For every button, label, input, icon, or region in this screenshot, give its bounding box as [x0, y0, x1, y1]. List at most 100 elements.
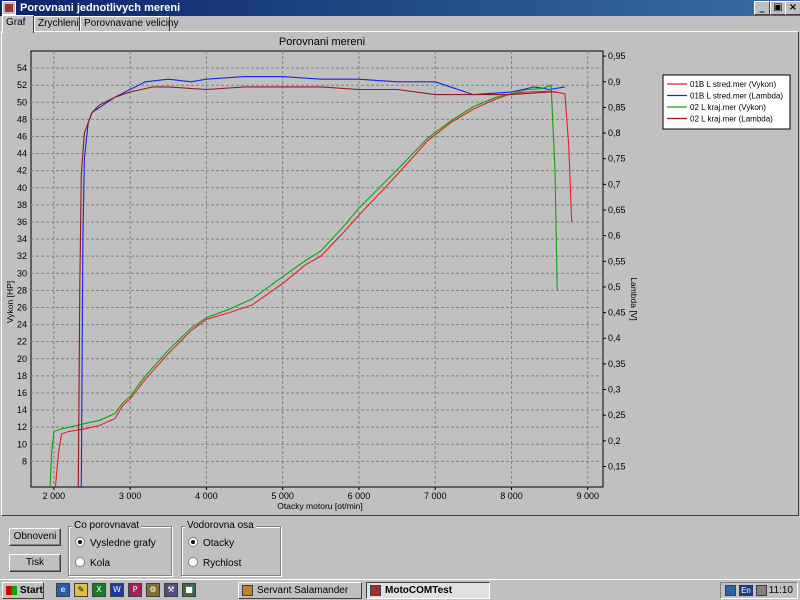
- chart-legend: 01B L stred.mer (Vykon) 01B L stred.mer (…: [662, 74, 791, 130]
- task-servant-salamander[interactable]: Servant Salamander: [238, 582, 362, 599]
- y-right-tick-label: 0,3: [608, 385, 621, 395]
- y-left-tick-label: 46: [17, 131, 27, 141]
- maximize-button[interactable]: ▣: [770, 1, 786, 15]
- y-left-tick-label: 24: [17, 320, 27, 330]
- y-right-tick-label: 0,6: [608, 231, 621, 241]
- word-icon[interactable]: W: [110, 583, 124, 597]
- y-left-tick-label: 18: [17, 371, 27, 381]
- plot-area: [30, 50, 604, 488]
- y-left-tick-label: 40: [17, 183, 27, 193]
- y-right-tick-label: 0,7: [608, 179, 621, 189]
- window-title: Porovnani jednotlivych mereni: [20, 2, 181, 14]
- settings-icon[interactable]: ⚙: [146, 583, 160, 597]
- y-right-tick-label: 0,5: [608, 282, 621, 292]
- clock: 11:10: [768, 585, 793, 596]
- tab-porovnavane-veliciny[interactable]: Porovnavane veliciny: [80, 16, 179, 32]
- language-indicator[interactable]: En: [739, 585, 753, 596]
- y-left-tick-label: 44: [17, 149, 27, 159]
- y-left-tick-label: 16: [17, 388, 27, 398]
- start-button[interactable]: Start: [2, 582, 44, 599]
- tray-volume-icon[interactable]: [756, 585, 767, 596]
- terminal-icon[interactable]: ■: [182, 583, 196, 597]
- y-left-tick-label: 28: [17, 285, 27, 295]
- radio-rpm[interactable]: Otacky: [188, 537, 234, 550]
- x-tick-label: 7 000: [424, 491, 447, 501]
- y-right-tick-label: 0,65: [608, 205, 626, 215]
- y-left-tick-label: 38: [17, 200, 27, 210]
- x-tick-label: 6 000: [348, 491, 371, 501]
- notepad-icon[interactable]: ✎: [74, 583, 88, 597]
- y-left-tick-label: 50: [17, 97, 27, 107]
- x-tick-label: 9 000: [576, 491, 599, 501]
- salamander-icon: [242, 585, 253, 596]
- ie-icon[interactable]: e: [56, 583, 70, 597]
- y-right-tick-label: 0,85: [608, 102, 626, 112]
- y-left-tick-label: 26: [17, 302, 27, 312]
- y-right-tick-label: 0,9: [608, 77, 621, 87]
- y-left-tick-label: 22: [17, 337, 27, 347]
- y-left-tick-label: 34: [17, 234, 27, 244]
- y-left-tick-label: 14: [17, 405, 27, 415]
- app-icon[interactable]: [2, 1, 16, 15]
- tab-graf[interactable]: Graf: [2, 15, 34, 33]
- window-titlebar[interactable]: Porovnani jednotlivych mereni _ ▣ ×: [0, 0, 800, 16]
- legend-entry: 02 L kraj.mer (Vykon): [690, 103, 766, 112]
- legend-entry: 02 L kraj.mer (Lambda): [690, 115, 773, 124]
- graph-panel: Porovnani mereni 2 000 3 000 4 000 5 000 6 0…: [1, 31, 799, 516]
- powerpoint-icon[interactable]: P: [128, 583, 142, 597]
- comparison-chart: Porovnani mereni 2 000 3 000 4 000 5 000 6 0…: [5, 36, 791, 511]
- y-left-tick-label: 48: [17, 114, 27, 124]
- y-right-tick-label: 0,8: [608, 128, 621, 138]
- print-button[interactable]: Tisk: [9, 554, 61, 572]
- y-left-tick-label: 12: [17, 422, 27, 432]
- minimize-button[interactable]: _: [754, 1, 770, 15]
- excel-icon[interactable]: X: [92, 583, 106, 597]
- y-left-tick-label: 32: [17, 251, 27, 261]
- radio-result-graphs[interactable]: Vysledne grafy: [75, 537, 156, 550]
- radio-dot-rpm[interactable]: [188, 537, 198, 547]
- radio-dot-result-graphs[interactable]: [75, 537, 85, 547]
- radio-dot-laps[interactable]: [75, 557, 85, 567]
- x-axis-label: Otacky motoru [ot/min]: [277, 501, 363, 511]
- y-right-tick-label: 0,75: [608, 154, 626, 164]
- horizontal-axis-group-label: Vodorovna osa: [185, 520, 256, 532]
- motocom-icon: [370, 585, 381, 596]
- y-left-tick-label: 42: [17, 166, 27, 176]
- taskbar: Start e ✎ X W P ⚙ ⚒ ■ Servant Salamander…: [0, 579, 800, 600]
- y-left-tick-label: 10: [17, 439, 27, 449]
- radio-speed[interactable]: Rychlost: [188, 557, 241, 570]
- y-left-tick-label: 20: [17, 354, 27, 364]
- close-button[interactable]: ×: [785, 1, 800, 15]
- y-right-tick-label: 0,15: [608, 461, 626, 471]
- y-axis-right-label: Lambda [V]: [629, 277, 639, 320]
- y-right-tick-label: 0,25: [608, 410, 626, 420]
- y-right-tick-label: 0,4: [608, 333, 621, 343]
- x-tick-label: 2 000: [43, 491, 66, 501]
- radio-laps[interactable]: Kola: [75, 557, 110, 570]
- chart-title: Porovnani mereni: [279, 36, 365, 48]
- task-motocomtest[interactable]: MotoCOMTest: [366, 582, 490, 599]
- compare-group-label: Co porovnavat: [72, 520, 142, 532]
- y-right-tick-label: 0,45: [608, 308, 626, 318]
- tab-zrychleni[interactable]: Zrychleni: [34, 16, 80, 32]
- legend-entry: 01B L stred.mer (Lambda): [690, 92, 783, 101]
- radio-dot-speed[interactable]: [188, 557, 198, 567]
- bottom-controls: Obnoveni Tisk Co porovnavat Vysledne gra…: [0, 518, 800, 578]
- y-left-tick-label: 8: [22, 456, 27, 466]
- horizontal-axis-group: Vodorovna osa Otacky Rychlost: [181, 520, 281, 576]
- compare-group: Co porovnavat Vysledne grafy Kola: [68, 520, 172, 576]
- tool-icon[interactable]: ⚒: [164, 583, 178, 597]
- y-left-tick-label: 30: [17, 268, 27, 278]
- x-tick-label: 4 000: [195, 491, 218, 501]
- y-right-tick-label: 0,35: [608, 359, 626, 369]
- tray-network-icon[interactable]: [725, 585, 736, 596]
- x-tick-label: 3 000: [119, 491, 142, 501]
- refresh-button[interactable]: Obnoveni: [9, 528, 61, 546]
- system-tray: En 11:10: [720, 582, 798, 599]
- x-tick-label: 5 000: [271, 491, 294, 501]
- windows-logo-icon: [6, 586, 17, 595]
- y-right-tick-label: 0,95: [608, 51, 626, 61]
- y-left-tick-label: 52: [17, 80, 27, 90]
- y-left-tick-label: 36: [17, 217, 27, 227]
- y-left-tick-label: 54: [17, 63, 27, 73]
